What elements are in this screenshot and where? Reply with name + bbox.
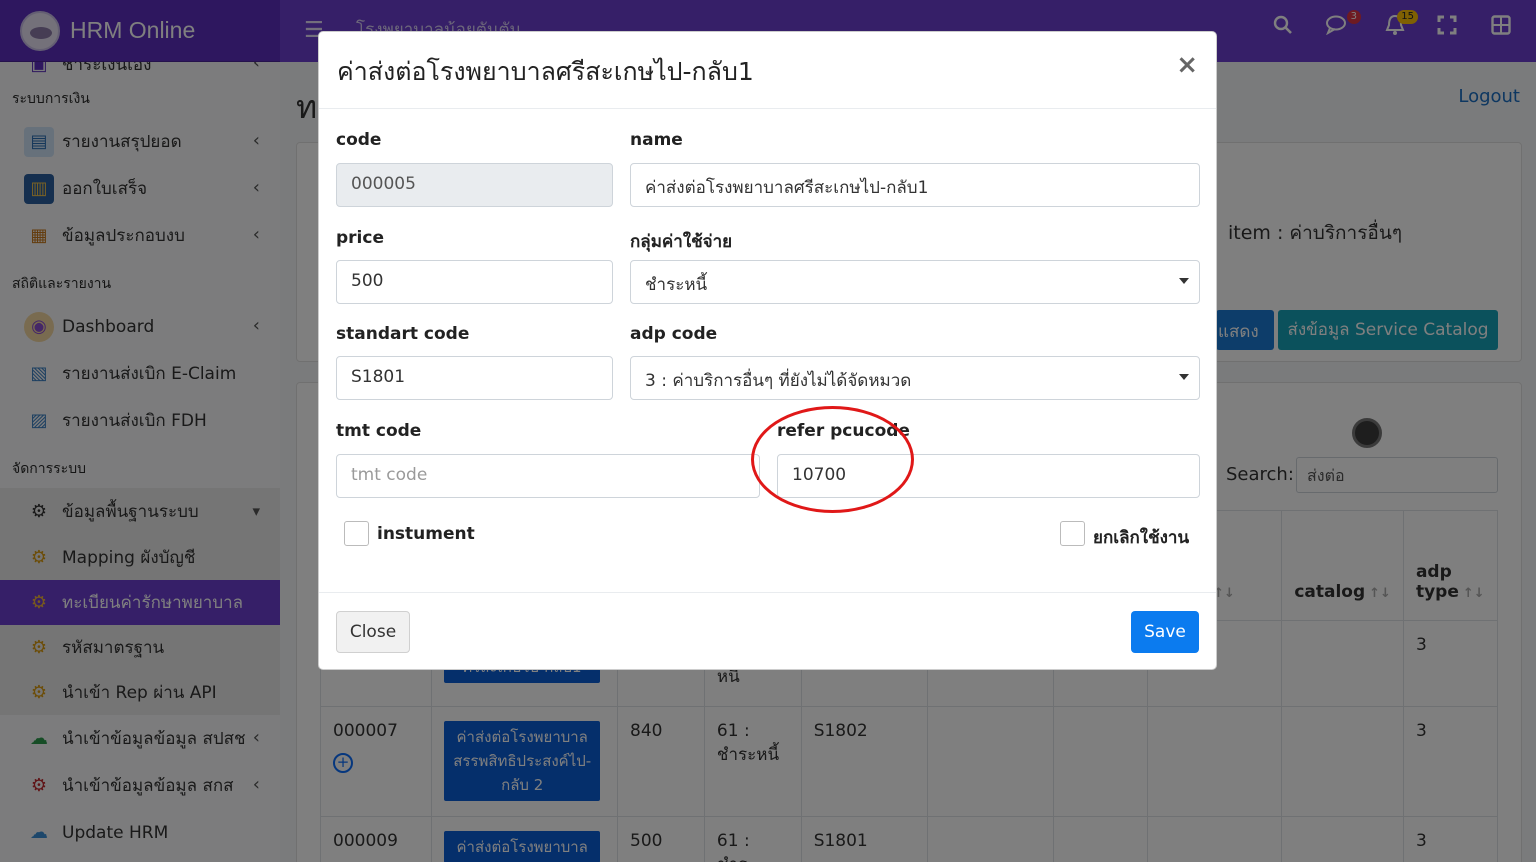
edit-item-modal: ค่าส่งต่อโรงพยาบาลศรีสะเกษไป-กลับ1 × cod… (318, 31, 1217, 670)
name-field[interactable]: ค่าส่งต่อโรงพยาบาลศรีสะเกษไป-กลับ1 (630, 163, 1200, 207)
price-field[interactable]: 500 (336, 260, 613, 304)
price-label: price (336, 228, 384, 248)
tmt-code-label: tmt code (336, 421, 422, 441)
expense-group-value: ชำระหนี้ (645, 275, 708, 295)
cancel-use-checkbox[interactable] (1060, 521, 1085, 546)
annotation-circle (751, 406, 914, 513)
close-button[interactable]: Close (336, 611, 410, 653)
close-icon[interactable]: × (1176, 50, 1198, 80)
caret-down-icon (1179, 278, 1189, 284)
adp-code-select[interactable]: 3 : ค่าบริการอื่นๆ ที่ยังไม่ได้จัดหมวด (630, 356, 1200, 400)
expense-group-select[interactable]: ชำระหนี้ (630, 260, 1200, 304)
caret-down-icon (1179, 374, 1189, 380)
modal-title: ค่าส่งต่อโรงพยาบาลศรีสะเกษไป-กลับ1 (337, 57, 754, 86)
adp-code-label: adp code (630, 324, 718, 344)
expense-group-label: กลุ่มค่าใช้จ่าย (630, 232, 733, 252)
standart-code-label: standart code (336, 324, 470, 344)
tmt-code-field[interactable]: tmt code (336, 454, 760, 498)
adp-code-value: 3 : ค่าบริการอื่นๆ ที่ยังไม่ได้จัดหมวด (645, 371, 912, 391)
code-field[interactable]: 000005 (336, 163, 613, 207)
save-button[interactable]: Save (1131, 611, 1199, 653)
instument-label: instument (377, 524, 475, 544)
code-label: code (336, 130, 382, 150)
cancel-use-label: ยกเลิกใช้งาน (1093, 528, 1190, 548)
name-label: name (630, 130, 683, 150)
standart-code-field[interactable]: S1801 (336, 356, 613, 400)
instument-checkbox[interactable] (344, 521, 369, 546)
modal-footer: Close Save (319, 592, 1216, 670)
modal-header: ค่าส่งต่อโรงพยาบาลศรีสะเกษไป-กลับ1 × (319, 32, 1216, 109)
